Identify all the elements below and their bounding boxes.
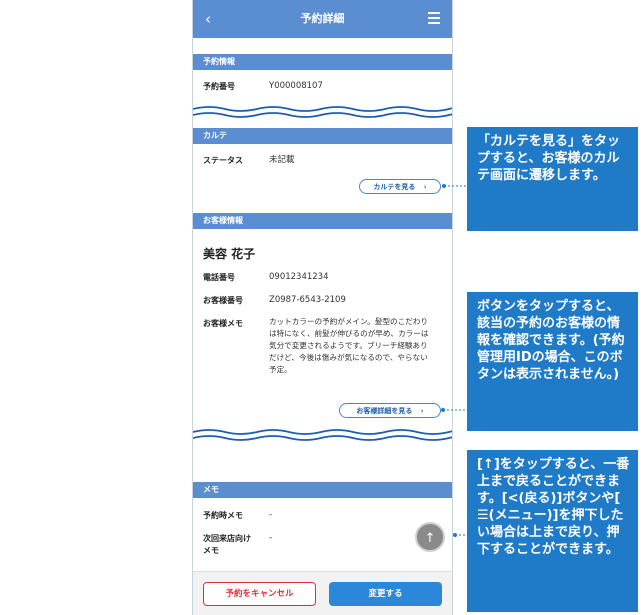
status-label: ステータス (203, 156, 243, 165)
customer-memo-label: お客様メモ (203, 319, 243, 328)
callout-scroll-top: [↑]をタップすると、一番上まで戻ることができます。[<(戻る)]ボタンや[ ☰… (467, 450, 638, 612)
memo-section-header: メモ (193, 482, 452, 498)
reserve-memo-value: - (269, 510, 273, 520)
phone-value: 09012341234 (269, 272, 329, 282)
reservation-number-label: 予約番号 (203, 82, 235, 91)
cancel-reservation-button[interactable]: 予約をキャンセル (203, 582, 316, 606)
footer-bar: 予約をキャンセル 変更する (193, 571, 452, 615)
page-title: 予約詳細 (300, 12, 345, 25)
wave-divider (193, 429, 452, 441)
reservation-section-header: 予約情報 (193, 54, 452, 70)
customer-detail-label: お客様詳細を見る (356, 407, 413, 415)
menu-icon[interactable] (428, 12, 440, 24)
next-visit-memo-label-line1: 次回来店向け (203, 534, 251, 543)
phone-screen: ‹ 予約詳細 予約情報 予約番号 Y000008107 カルテ ステータス 未記… (192, 0, 453, 615)
chevron-right-icon: › (423, 183, 427, 191)
app-header: ‹ 予約詳細 (193, 0, 452, 38)
chevron-right-icon: › (420, 407, 424, 415)
reservation-number-value: Y000008107 (269, 81, 323, 91)
change-reservation-button[interactable]: 変更する (329, 582, 442, 606)
callout-karte: 「カルテを見る」をタップすると、お客様のカルテ画面に遷移します。 (467, 127, 638, 231)
customer-memo-value: カットカラーの予約がメイン。髪型のこだわりは特になく、前髪が伸びるのが早め、カラ… (269, 317, 429, 374)
customer-number-label: お客様番号 (203, 296, 243, 305)
wave-divider (193, 106, 452, 118)
phone-label: 電話番号 (203, 273, 235, 282)
karte-section-header: カルテ (193, 128, 452, 144)
customer-section-header: お客様情報 (193, 213, 452, 229)
reserve-memo-label: 予約時メモ (203, 511, 243, 520)
next-visit-memo-value: - (269, 533, 273, 543)
next-visit-memo-label-line2: メモ (203, 546, 219, 555)
view-karte-label: カルテを見る (373, 183, 416, 191)
view-karte-button[interactable]: カルテを見る › (359, 179, 441, 194)
status-value: 未記載 (269, 155, 295, 165)
customer-name: 美容 花子 (203, 247, 256, 261)
callout-connectors (441, 184, 468, 537)
callout-customer-detail: ボタンをタップすると、該当の予約のお客様の情報を確認できます。(予約管理用IDの… (467, 292, 638, 431)
customer-number-value: Z0987-6543-2109 (269, 295, 346, 305)
customer-detail-button[interactable]: お客様詳細を見る › (339, 403, 441, 418)
